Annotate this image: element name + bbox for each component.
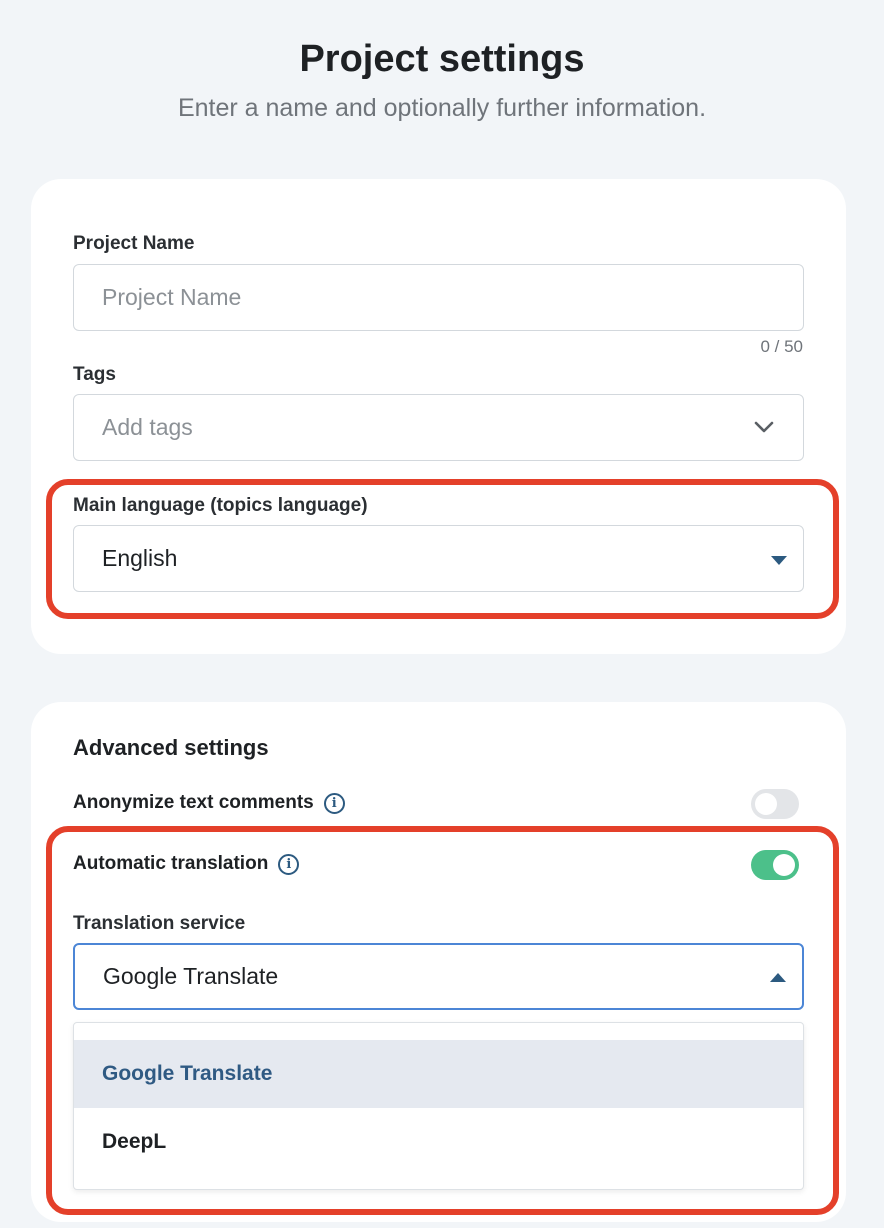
page-title: Project settings	[299, 38, 585, 80]
translation-service-select[interactable]: Google Translate	[73, 943, 804, 1010]
info-icon[interactable]: i	[278, 853, 300, 875]
toggle-knob	[755, 793, 777, 815]
tags-label: Tags	[73, 364, 116, 385]
main-language-select[interactable]: English	[73, 525, 804, 592]
anonymize-row: Anonymize text comments i	[73, 792, 345, 814]
automatic-translation-toggle[interactable]	[751, 850, 799, 880]
project-name-input[interactable]: Project Name	[73, 264, 804, 331]
info-icon[interactable]: i	[323, 792, 345, 814]
advanced-settings-title: Advanced settings	[73, 735, 269, 760]
translation-row: Automatic translation i	[73, 853, 300, 875]
menu-option-deepl[interactable]: DeepL	[74, 1108, 803, 1176]
automatic-translation-label: Automatic translation	[73, 853, 269, 874]
page-subtitle: Enter a name and optionally further info…	[177, 94, 707, 122]
caret-down-icon	[771, 556, 787, 565]
translation-service-value: Google Translate	[103, 963, 279, 989]
chevron-down-icon	[754, 421, 774, 433]
menu-option-google-translate[interactable]: Google Translate	[74, 1040, 803, 1108]
main-language-value: English	[102, 545, 178, 571]
project-name-label: Project Name	[73, 233, 195, 254]
tags-select[interactable]: Add tags	[73, 394, 804, 461]
project-name-placeholder: Project Name	[102, 284, 242, 310]
caret-up-icon	[770, 973, 786, 982]
anonymize-toggle[interactable]	[751, 789, 799, 819]
translation-service-menu: Google Translate DeepL	[73, 1022, 804, 1190]
project-name-counter: 0 / 50	[760, 337, 803, 356]
anonymize-label: Anonymize text comments	[73, 792, 314, 813]
main-language-label: Main language (topics language)	[73, 495, 368, 516]
tags-placeholder: Add tags	[102, 414, 193, 440]
toggle-knob	[773, 854, 795, 876]
translation-service-label: Translation service	[73, 913, 246, 934]
